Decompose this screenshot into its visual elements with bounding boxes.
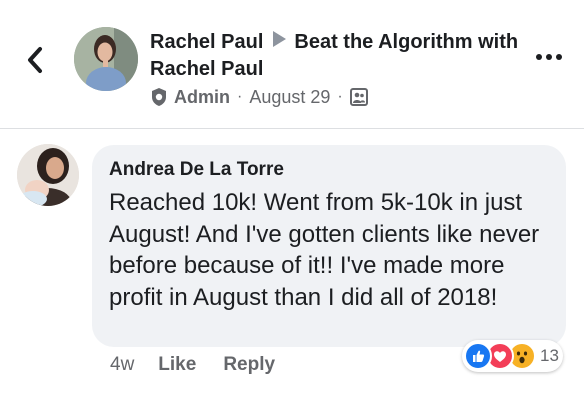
comment-bubble: Andrea De La Torre Reached 10k! Went fro…: [92, 145, 566, 347]
reply-button[interactable]: Reply: [223, 354, 275, 376]
more-horizontal-icon: [536, 54, 542, 60]
arrow-right-icon: [273, 31, 287, 47]
post-author-avatar[interactable]: [74, 27, 138, 91]
reactions-summary[interactable]: 13: [462, 340, 563, 372]
group-icon: [349, 88, 368, 106]
admin-badge-icon: [152, 88, 166, 106]
comment-author[interactable]: Andrea De La Torre: [109, 158, 548, 182]
like-button[interactable]: Like: [158, 354, 196, 376]
comment-text: Reached 10k! Went from 5k-10k in just Au…: [109, 189, 540, 311]
more-options-button[interactable]: [536, 54, 566, 64]
avatar-photo: [17, 144, 79, 206]
post-meta: Admin · August 29 ·: [150, 85, 368, 109]
reaction-count: 13: [540, 346, 559, 365]
comment-timestamp[interactable]: 4w: [110, 354, 134, 376]
post-author-name[interactable]: Rachel Paul: [150, 31, 263, 53]
commenter-avatar[interactable]: [17, 144, 79, 206]
divider: [0, 128, 584, 129]
admin-label: Admin: [174, 86, 230, 107]
post-header: Rachel Paul Beat the Algorithm with Rache…: [150, 29, 520, 83]
avatar-photo: [74, 27, 138, 91]
chevron-left-icon: [28, 47, 42, 73]
like-icon: [464, 342, 492, 370]
back-button[interactable]: [22, 44, 50, 76]
post-date[interactable]: August 29: [249, 87, 330, 108]
comment-actions: 4w Like Reply: [110, 352, 302, 378]
separator-dot: ·: [237, 88, 243, 105]
separator-dot: ·: [337, 88, 343, 105]
